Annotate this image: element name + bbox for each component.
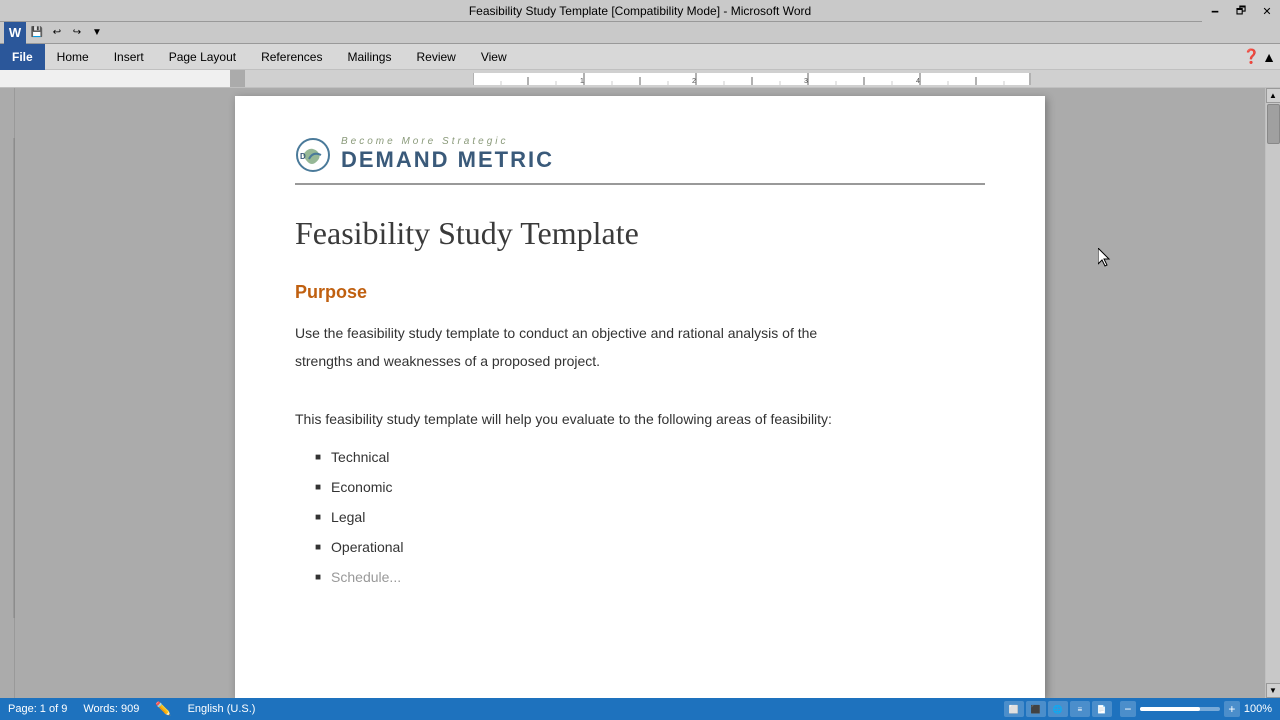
more-quick-button[interactable]: ▼ (88, 24, 106, 42)
logo-tagline: Become More Strategic (341, 136, 554, 147)
view-buttons: ⬜ ⬛ 🌐 ≡ 📄 (1004, 701, 1112, 717)
window-controls: 🗕 🗗 ✕ (1202, 0, 1280, 22)
list-item: Technical (315, 449, 985, 465)
tab-view[interactable]: View (469, 44, 520, 70)
outline-view-button[interactable]: ≡ (1070, 701, 1090, 717)
draft-view-button[interactable]: 📄 (1092, 701, 1112, 717)
language-info: English (U.S.) (188, 703, 256, 715)
tab-references[interactable]: References (249, 44, 335, 70)
logo-name: Demand Metric (341, 147, 554, 173)
section-heading-purpose: Purpose (295, 282, 985, 303)
document-title: Feasibility Study Template (295, 215, 985, 252)
tab-file[interactable]: File (0, 44, 45, 70)
undo-quick-button[interactable]: ↩ (48, 24, 66, 42)
word-icon: W (4, 22, 26, 44)
tab-home[interactable]: Home (45, 44, 102, 70)
window-title: Feasibility Study Template [Compatibilit… (469, 4, 811, 18)
list-item: Schedule... (315, 569, 985, 585)
status-right-area: ⬜ ⬛ 🌐 ≡ 📄 − + 100% (1004, 701, 1272, 717)
horizontal-ruler: 1 2 3 4 (0, 70, 1280, 88)
list-item: Legal (315, 509, 985, 525)
vertical-scrollbar[interactable]: ▲ ▼ (1265, 88, 1280, 698)
ribbon-help-area: ❓ ▲ (1243, 48, 1280, 65)
print-layout-button[interactable]: ⬜ (1004, 701, 1024, 717)
demand-metric-logo-icon: D (295, 137, 331, 173)
quick-access-toolbar: W 💾 ↩ ↪ ▼ (0, 22, 1280, 44)
close-button[interactable]: ✕ (1254, 0, 1280, 22)
purpose-paragraph: Use the feasibility study template to co… (295, 319, 985, 375)
zoom-slider[interactable] (1140, 707, 1220, 711)
intro-text: This feasibility study template will hel… (295, 405, 985, 433)
logo-area: D Become More Strategic Demand Metric (295, 136, 985, 185)
track-changes-icon[interactable]: ✏️ (155, 701, 171, 717)
tab-page-layout[interactable]: Page Layout (157, 44, 249, 70)
svg-text:D: D (300, 152, 306, 161)
page-info: Page: 1 of 9 (8, 703, 67, 715)
minimize-button[interactable]: 🗕 (1202, 0, 1228, 22)
web-layout-button[interactable]: 🌐 (1048, 701, 1068, 717)
tab-mailings[interactable]: Mailings (335, 44, 404, 70)
zoom-out-button[interactable]: − (1120, 701, 1136, 717)
tab-review[interactable]: Review (404, 44, 468, 70)
document-area[interactable]: D Become More Strategic Demand Metric Fe… (15, 88, 1265, 698)
full-reading-button[interactable]: ⬛ (1026, 701, 1046, 717)
redo-quick-button[interactable]: ↪ (68, 24, 86, 42)
scroll-track[interactable] (1266, 103, 1280, 683)
list-item: Economic (315, 479, 985, 495)
zoom-in-button[interactable]: + (1224, 701, 1240, 717)
svg-text:4: 4 (916, 78, 920, 85)
minimize-ribbon-button[interactable]: ▲ (1262, 49, 1276, 65)
logo-text: Become More Strategic Demand Metric (341, 136, 554, 173)
ribbon-tabs: File Home Insert Page Layout References … (0, 44, 1280, 70)
help-button[interactable]: ❓ (1243, 48, 1260, 65)
feasibility-areas-list: Technical Economic Legal Operational Sch… (295, 449, 985, 585)
document-page[interactable]: D Become More Strategic Demand Metric Fe… (235, 96, 1045, 698)
word-count: Words: 909 (83, 703, 139, 715)
list-item: Operational (315, 539, 985, 555)
svg-text:2: 2 (692, 78, 696, 85)
zoom-slider-fill (1140, 707, 1200, 711)
save-quick-button[interactable]: 💾 (28, 24, 46, 42)
scroll-up-button[interactable]: ▲ (1266, 88, 1280, 103)
scroll-down-button[interactable]: ▼ (1266, 683, 1280, 698)
svg-text:1: 1 (580, 78, 584, 85)
maximize-button[interactable]: 🗗 (1228, 0, 1254, 22)
scroll-thumb[interactable] (1267, 104, 1280, 144)
zoom-control: − + 100% (1120, 701, 1272, 717)
title-bar: Feasibility Study Template [Compatibilit… (0, 0, 1280, 22)
left-ruler (0, 88, 15, 698)
status-bar: Page: 1 of 9 Words: 909 ✏️ English (U.S.… (0, 698, 1280, 720)
tab-insert[interactable]: Insert (102, 44, 157, 70)
main-area: D Become More Strategic Demand Metric Fe… (0, 88, 1280, 698)
svg-text:3: 3 (804, 78, 808, 85)
zoom-level: 100% (1244, 703, 1272, 715)
